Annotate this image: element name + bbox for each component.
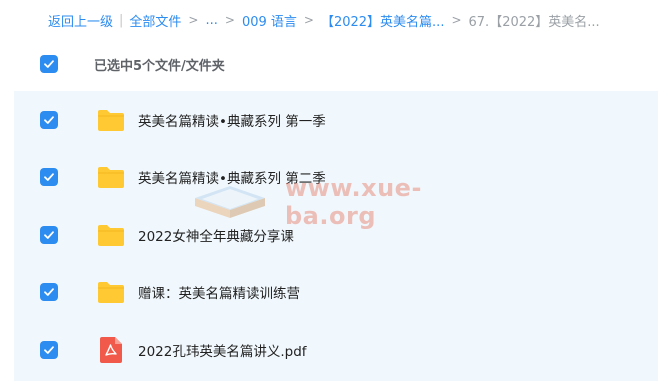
check-icon bbox=[44, 173, 54, 182]
check-icon bbox=[44, 346, 54, 354]
chevron-right-icon: > bbox=[188, 13, 199, 27]
chevron-right-icon: > bbox=[451, 13, 462, 27]
breadcrumb-divider: | bbox=[119, 12, 124, 28]
folder-icon bbox=[96, 277, 126, 307]
row-checkbox[interactable] bbox=[40, 225, 58, 244]
select-all-checkbox[interactable] bbox=[40, 55, 58, 73]
row-checkbox[interactable] bbox=[40, 283, 58, 302]
file-name[interactable]: 2022孔玮英美名篇讲义.pdf bbox=[138, 340, 307, 360]
file-row[interactable]: 2022孔玮英美名篇讲义.pdf bbox=[14, 321, 658, 379]
breadcrumb-ellipsis[interactable]: ... bbox=[205, 13, 217, 28]
selection-count-label: 已选中5个文件/文件夹 bbox=[94, 58, 225, 74]
back-link[interactable]: 返回上一级 bbox=[48, 11, 113, 30]
file-list: 英美名篇精读•典藏系列 第一季 英美名篇精读•典藏系列 第二季 2022女神全年… bbox=[14, 91, 658, 381]
chevron-right-icon: > bbox=[224, 13, 235, 27]
file-name[interactable]: 英美名篇精读•典藏系列 第一季 bbox=[138, 110, 326, 130]
breadcrumb-current: 67.【2022】英美名... bbox=[468, 14, 600, 30]
file-name[interactable]: 赠课：英美名篇精读训练营 bbox=[138, 282, 300, 302]
check-icon bbox=[44, 116, 54, 124]
breadcrumb-all-files[interactable]: 全部文件 bbox=[129, 11, 181, 30]
breadcrumb: 返回上一级 | 全部文件 > ... > 009 语言 > 【2022】英美名篇… bbox=[48, 10, 600, 30]
breadcrumb-folder-2022[interactable]: 【2022】英美名篇... bbox=[321, 11, 444, 30]
file-row[interactable]: 英美名篇精读•典藏系列 第一季 bbox=[14, 91, 658, 149]
file-row[interactable]: 赠课：英美名篇精读训练营 bbox=[14, 264, 658, 322]
file-name[interactable]: 2022女神全年典藏分享课 bbox=[138, 225, 294, 245]
breadcrumb-folder-language[interactable]: 009 语言 bbox=[242, 11, 297, 30]
pdf-icon bbox=[96, 335, 126, 365]
file-row[interactable]: 2022女神全年典藏分享课 bbox=[14, 206, 658, 264]
folder-icon bbox=[96, 105, 126, 135]
folder-icon bbox=[96, 220, 126, 250]
select-all-row: 已选中5个文件/文件夹 bbox=[0, 44, 658, 84]
chevron-right-icon: > bbox=[303, 13, 314, 27]
check-icon bbox=[44, 288, 54, 297]
row-checkbox[interactable] bbox=[40, 168, 58, 187]
file-row[interactable]: 英美名篇精读•典藏系列 第二季 bbox=[14, 149, 658, 207]
file-name[interactable]: 英美名篇精读•典藏系列 第二季 bbox=[138, 167, 326, 187]
check-icon bbox=[44, 231, 54, 239]
row-checkbox[interactable] bbox=[40, 110, 58, 129]
row-checkbox[interactable] bbox=[40, 340, 58, 359]
folder-icon bbox=[96, 162, 126, 192]
check-icon bbox=[44, 60, 54, 68]
